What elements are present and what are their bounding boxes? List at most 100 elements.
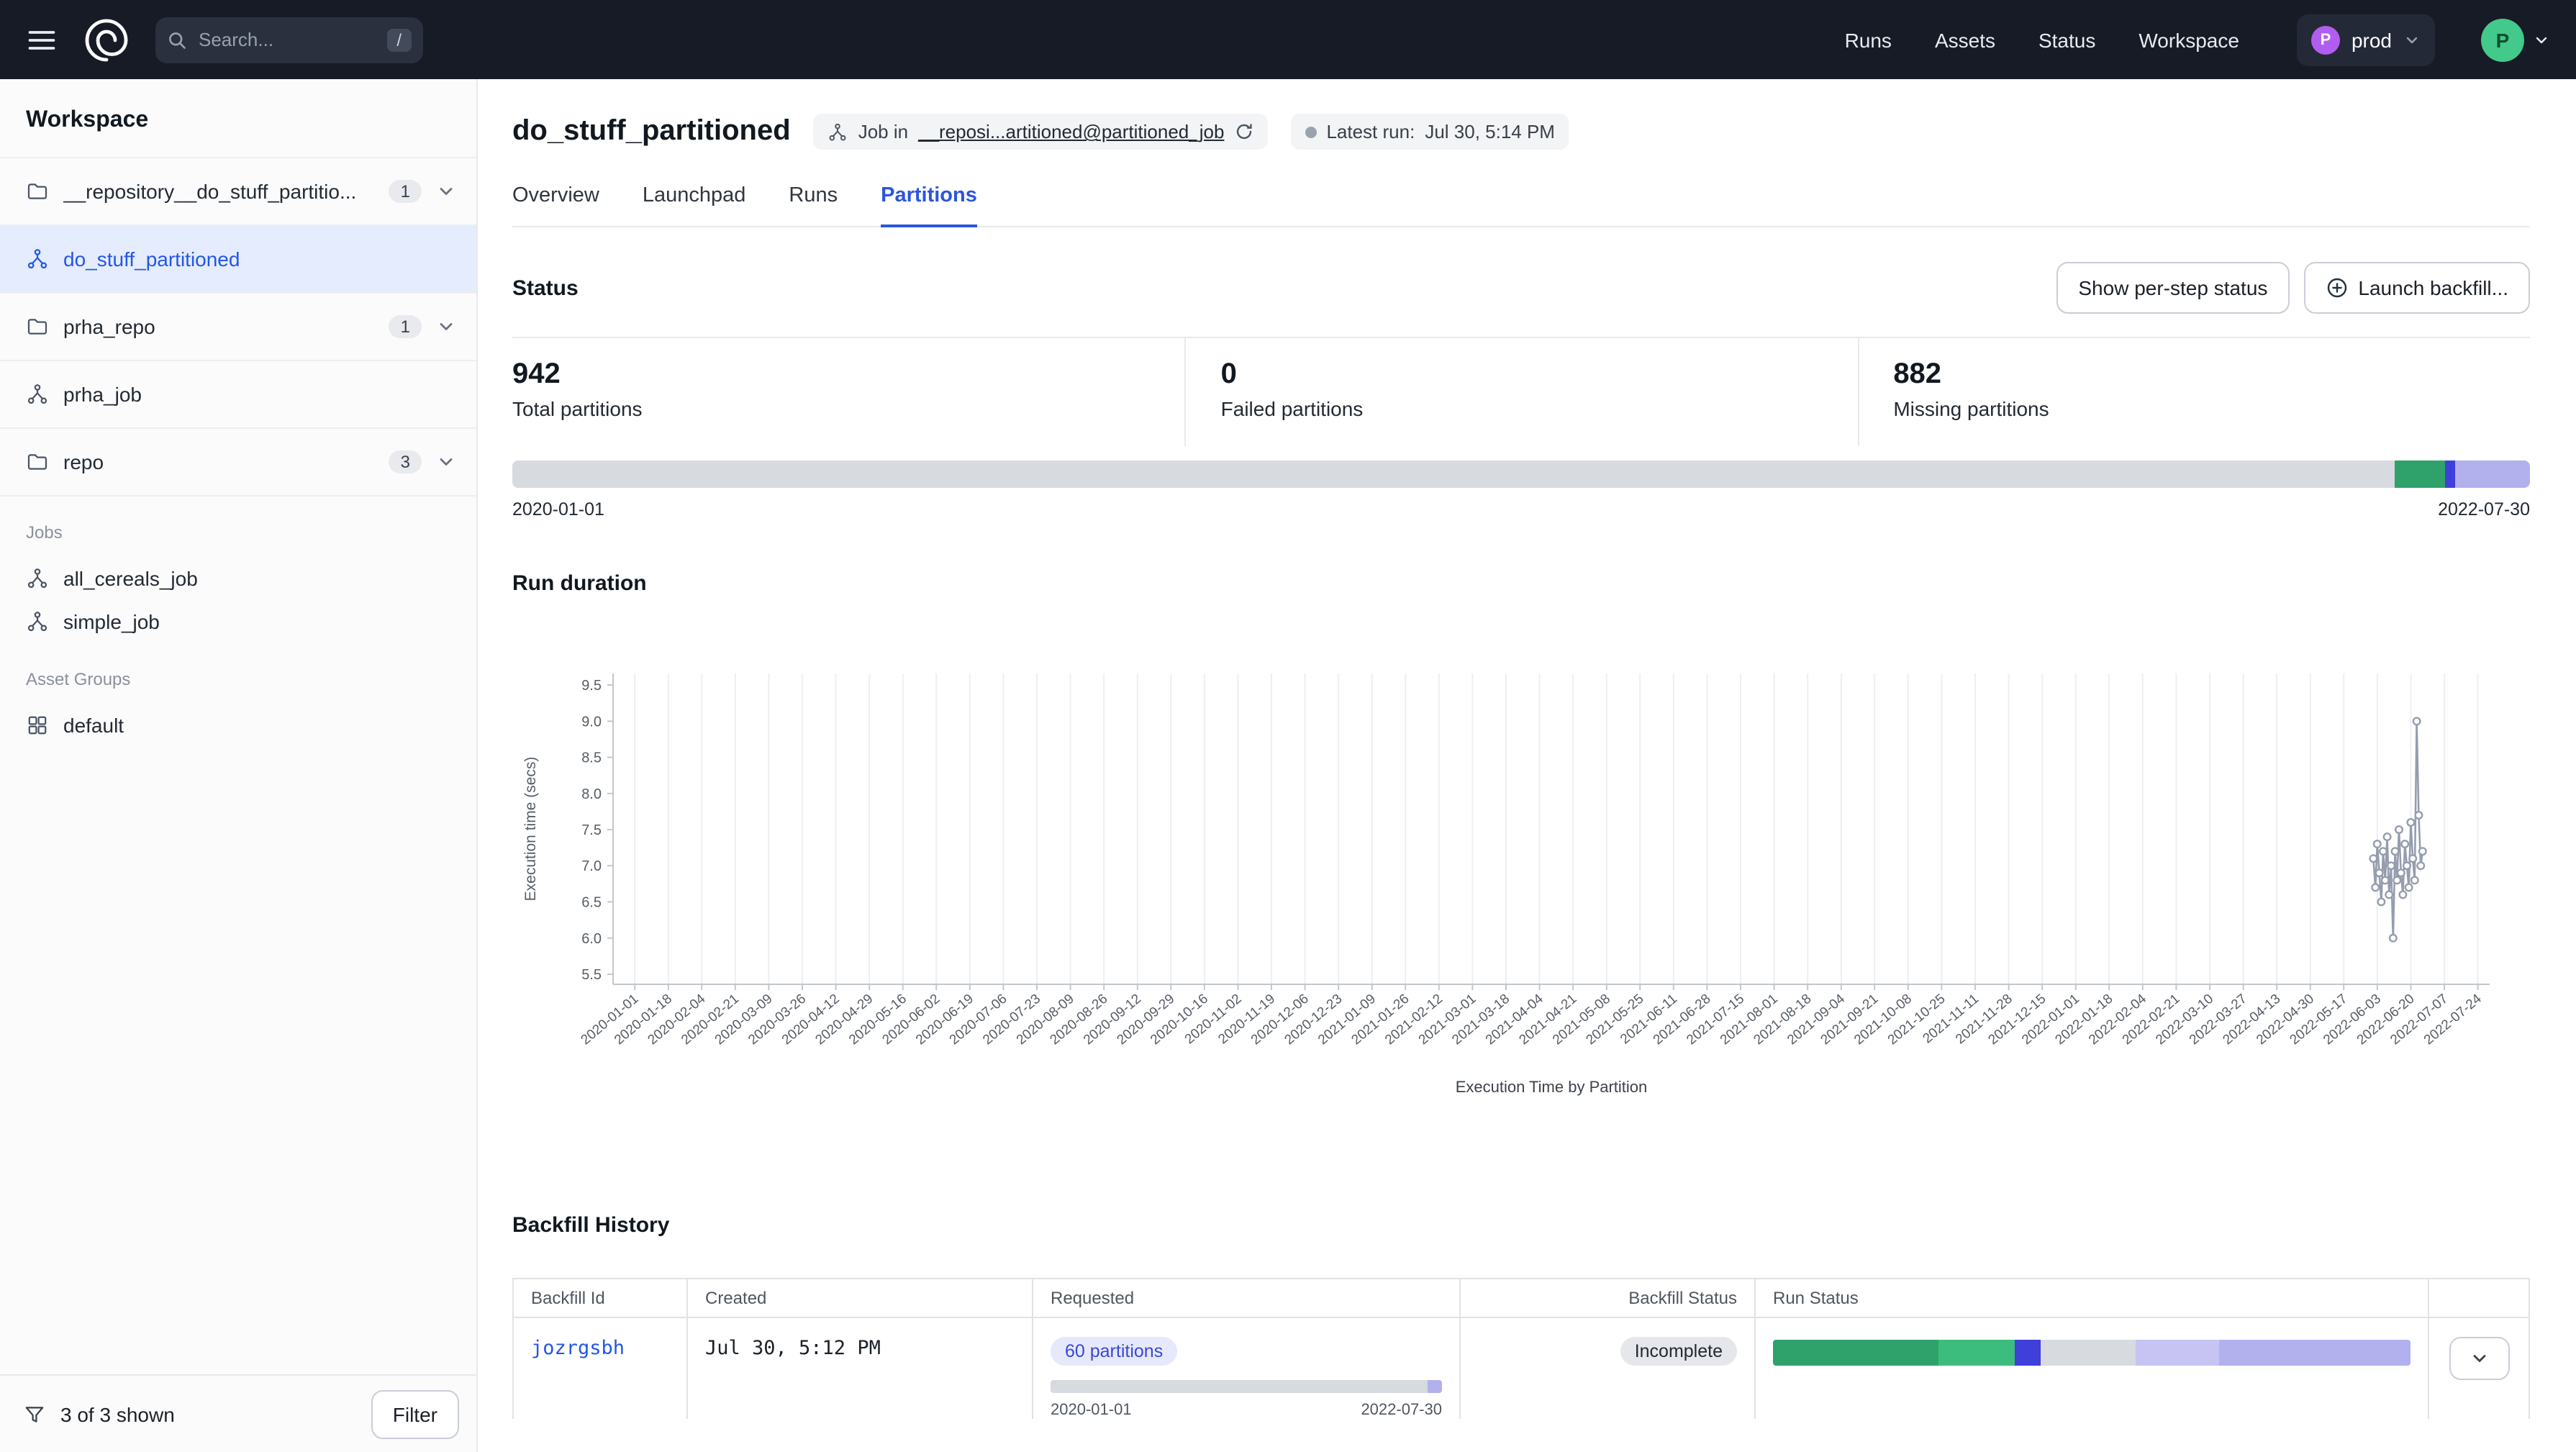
plus-circle-icon bbox=[2325, 276, 2348, 299]
hamburger-menu-icon[interactable] bbox=[26, 24, 58, 55]
run-duration-chart: 2020-01-012020-01-182020-02-042020-02-21… bbox=[512, 653, 2530, 1161]
sidebar-item-do-stuff-partitioned[interactable]: do_stuff_partitioned bbox=[0, 226, 476, 294]
job-label: do_stuff_partitioned bbox=[63, 248, 456, 271]
job-label: simple_job bbox=[63, 610, 160, 633]
status-actions: Show per-step status Launch backfill... bbox=[2056, 262, 2530, 314]
job-location-link[interactable]: __reposi...artitioned@partitioned_job bbox=[918, 121, 1224, 142]
column-header-created: Created bbox=[688, 1279, 1033, 1318]
nav-link-runs[interactable]: Runs bbox=[1845, 28, 1892, 51]
repo-label: prha_repo bbox=[63, 315, 375, 338]
status-section-header: Status Show per-step status Launch backf… bbox=[512, 262, 2530, 314]
job-icon bbox=[26, 567, 49, 590]
requested-partitions-chip[interactable]: 60 partitions bbox=[1051, 1337, 1177, 1366]
stat-total-partitions: 942 Total partitions bbox=[512, 338, 1185, 446]
sidebar-item-repository-do-stuff[interactable]: __repository__do_stuff_partitio... 1 bbox=[0, 158, 476, 226]
nav-links: Runs Assets Status Workspace bbox=[1845, 28, 2239, 51]
backfill-history-table: Backfill Id Created Requested Backfill S… bbox=[512, 1278, 2530, 1419]
tab-runs[interactable]: Runs bbox=[789, 184, 838, 226]
launch-backfill-button[interactable]: Launch backfill... bbox=[2303, 262, 2530, 314]
chevron-down-icon[interactable] bbox=[436, 181, 456, 201]
sidebar-title: Workspace bbox=[0, 79, 476, 157]
svg-text:8.0: 8.0 bbox=[581, 786, 602, 802]
sidebar-item-prha-job[interactable]: prha_job bbox=[0, 361, 476, 429]
tab-partitions[interactable]: Partitions bbox=[881, 184, 977, 227]
table-row-cell-backfill-id: jozrgsbh bbox=[514, 1318, 688, 1419]
backfill-id-link[interactable]: jozrgsbh bbox=[531, 1337, 625, 1360]
partition-bar-dates: 2020-01-01 2022-07-30 bbox=[512, 499, 2530, 519]
job-in-label: Job in bbox=[858, 121, 908, 142]
stat-failed-partitions: 0 Failed partitions bbox=[1185, 338, 1858, 446]
repo-label: repo bbox=[63, 450, 375, 473]
stat-missing-partitions: 882 Missing partitions bbox=[1857, 338, 2530, 446]
chevron-down-icon[interactable] bbox=[436, 452, 456, 472]
latest-run-chip: Latest run: Jul 30, 5:14 PM bbox=[1290, 114, 1569, 150]
filter-button[interactable]: Filter bbox=[371, 1389, 459, 1438]
svg-text:9.5: 9.5 bbox=[581, 678, 602, 694]
filter-funnel-icon bbox=[23, 1402, 46, 1425]
sidebar-item-prha-repo[interactable]: prha_repo 1 bbox=[0, 294, 476, 361]
launch-backfill-label: Launch backfill... bbox=[2358, 276, 2508, 299]
reload-icon[interactable] bbox=[1234, 122, 1253, 141]
tab-launchpad[interactable]: Launchpad bbox=[643, 184, 746, 226]
chevron-down-icon bbox=[2403, 31, 2421, 48]
stat-label: Failed partitions bbox=[1221, 397, 1858, 420]
job-count-badge: 3 bbox=[389, 450, 422, 473]
show-per-step-status-button[interactable]: Show per-step status bbox=[2056, 262, 2289, 314]
search-input[interactable] bbox=[199, 29, 357, 50]
latest-run-time[interactable]: Jul 30, 5:14 PM bbox=[1425, 121, 1555, 142]
job-label: prha_job bbox=[63, 383, 456, 406]
requested-bar-dates: 2020-01-01 2022-07-30 bbox=[1051, 1402, 1442, 1419]
top-navbar: / Runs Assets Status Workspace P prod P bbox=[0, 0, 2576, 79]
dagster-app: / Runs Assets Status Workspace P prod P … bbox=[0, 0, 2576, 1452]
sidebar-item-repo[interactable]: repo 3 bbox=[0, 429, 476, 496]
job-count-badge: 1 bbox=[389, 315, 422, 338]
nav-link-assets[interactable]: Assets bbox=[1935, 28, 1995, 51]
expand-row-button[interactable] bbox=[2449, 1337, 2509, 1380]
column-header-backfill-id: Backfill Id bbox=[514, 1279, 688, 1318]
partition-stats: 942 Total partitions 0 Failed partitions… bbox=[512, 337, 2530, 446]
stat-label: Missing partitions bbox=[1893, 397, 2530, 420]
asset-group-icon bbox=[26, 714, 49, 737]
tab-overview[interactable]: Overview bbox=[512, 184, 599, 226]
sidebar-item-simple-job[interactable]: simple_job bbox=[0, 600, 476, 643]
workspace-sidebar: Workspace __repository__do_stuff_partiti… bbox=[0, 79, 478, 1452]
nav-link-workspace[interactable]: Workspace bbox=[2139, 28, 2239, 51]
table-row-cell-run-status bbox=[1756, 1318, 2429, 1419]
nav-link-status[interactable]: Status bbox=[2038, 28, 2095, 51]
user-avatar: P bbox=[2481, 18, 2524, 61]
deployment-switcher[interactable]: P prod bbox=[2297, 14, 2435, 65]
run-status-bar bbox=[1773, 1340, 2411, 1366]
svg-text:7.0: 7.0 bbox=[581, 858, 602, 874]
jobs-section-label: Jobs bbox=[0, 522, 476, 543]
global-search[interactable]: / bbox=[155, 17, 423, 63]
sidebar-footer: 3 of 3 shown Filter bbox=[0, 1374, 476, 1452]
column-header-run-status: Run Status bbox=[1756, 1279, 2429, 1318]
stat-value: 882 bbox=[1893, 358, 2530, 391]
column-header-requested: Requested bbox=[1033, 1279, 1461, 1318]
sidebar-item-default-asset-group[interactable]: default bbox=[0, 704, 476, 747]
chevron-down-icon bbox=[2469, 1348, 2489, 1369]
table-row-cell-actions bbox=[2429, 1318, 2529, 1419]
requested-start-date: 2020-01-01 bbox=[1051, 1402, 1132, 1419]
main-content: do_stuff_partitioned Job in __reposi...a… bbox=[478, 79, 2576, 1452]
partition-end-date: 2022-07-30 bbox=[2438, 499, 2530, 519]
requested-partition-bar bbox=[1051, 1380, 1442, 1393]
search-shortcut-key: / bbox=[386, 28, 412, 51]
deployment-avatar: P bbox=[2311, 25, 2340, 54]
user-menu[interactable]: P bbox=[2481, 18, 2550, 61]
svg-text:Execution Time by Partition: Execution Time by Partition bbox=[1456, 1078, 1648, 1096]
folder-icon bbox=[26, 180, 49, 203]
run-duration-title: Run duration bbox=[512, 571, 2530, 596]
folder-icon bbox=[26, 450, 49, 473]
sidebar-item-all-cereals-job[interactable]: all_cereals_job bbox=[0, 557, 476, 600]
search-icon bbox=[167, 30, 187, 50]
svg-text:Execution time (secs): Execution time (secs) bbox=[522, 757, 539, 902]
partition-status-bar[interactable] bbox=[512, 460, 2530, 488]
shown-count: 3 of 3 shown bbox=[60, 1402, 175, 1425]
job-location-chip: Job in __reposi...artitioned@partitioned… bbox=[814, 114, 1268, 150]
run-status-dot bbox=[1305, 126, 1316, 137]
svg-text:7.5: 7.5 bbox=[581, 822, 602, 838]
requested-end-date: 2022-07-30 bbox=[1361, 1402, 1442, 1419]
chevron-down-icon[interactable] bbox=[436, 317, 456, 337]
dagster-logo-icon[interactable] bbox=[81, 14, 132, 65]
